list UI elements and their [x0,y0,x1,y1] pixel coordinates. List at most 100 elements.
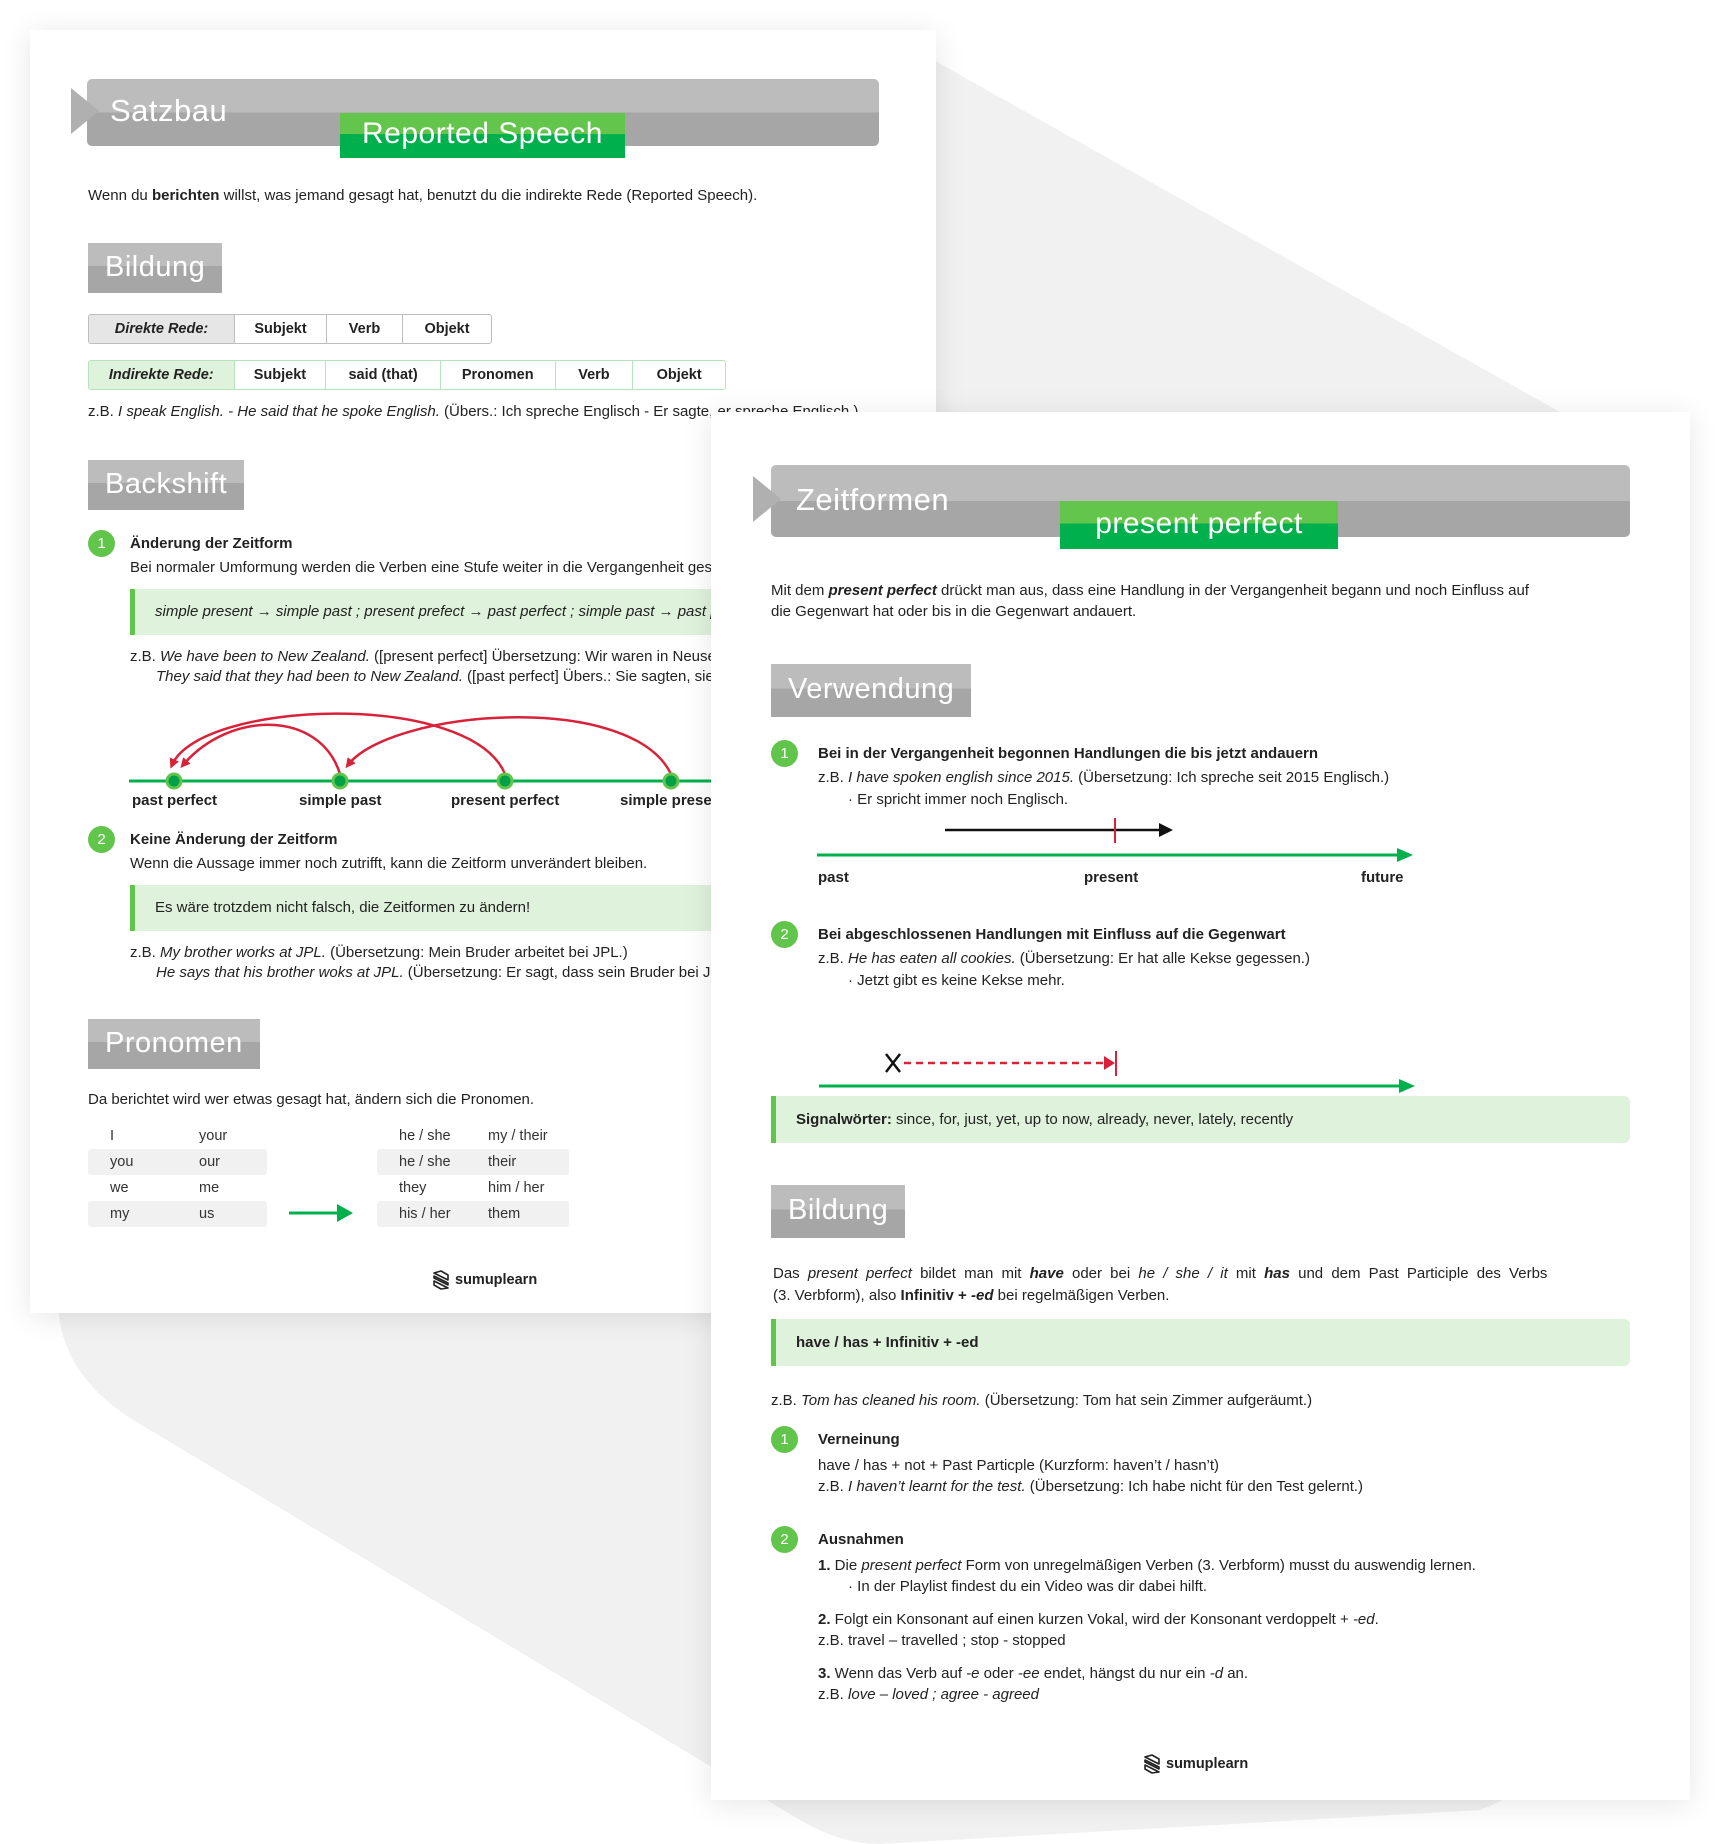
timeline-label: simple present [620,792,726,809]
pronoun: our [199,1154,220,1170]
text: present perfect [807,1265,912,1282]
text: oder [979,1665,1018,1682]
step2-example-2: He says that his brother woks at JPL. (Ü… [156,962,792,983]
step-number-2: 2 [771,1526,798,1553]
verwendung-step2-bullet: · Jetzt gibt es keine Kekse mehr. [848,972,1065,989]
text: und dem Past Participle des Verbs [1289,1265,1548,1282]
example-italic: Tom has cleaned his room. [801,1392,981,1409]
text: Die [830,1557,862,1574]
example-rest: (Übersetzung: Tom hat sein Zimmer aufger… [980,1392,1313,1409]
pronoun-row: we me [88,1175,267,1201]
timeline-axis-arrowhead [1397,848,1413,862]
bullet-text: In der Playlist findest du ein Video was… [857,1578,1208,1595]
ausnahmen-title: Ausnahmen [818,1531,904,1548]
text: endet, hängst du nur ein [1039,1665,1210,1682]
formula-callout: have / has + Infinitiv + -ed [771,1319,1630,1366]
shift-arrow-simple-past [180,723,342,775]
timeline-label-past: past [818,869,849,886]
signal-words-list: since, for, just, yet, up to now, alread… [891,1111,1294,1128]
pronoun: my [110,1206,130,1222]
pronoun: me [199,1180,220,1196]
timeline-point [165,772,183,790]
pronoun: they [399,1180,427,1196]
pronoun: we [110,1180,129,1196]
ausnahme-item-1: 1. Die present perfect Form von unregelm… [818,1555,1476,1576]
bildung-text-line-2: (3. Verbform), also Infinitiv + -ed bei … [773,1285,1169,1306]
signal-words-callout: Signalwörter: since, for, just, yet, up … [771,1096,1630,1143]
item-number: 2. [818,1611,831,1628]
pronoun: him / her [488,1180,545,1196]
timeline-label-future: future [1361,869,1404,886]
bildung-example: z.B. Tom has cleaned his room. (Übersetz… [771,1390,1312,1411]
verwendung-step2-title: Bei abgeschlossenen Handlungen mit Einfl… [818,926,1286,943]
pronoun-row: they him / her [377,1175,569,1201]
pronoun-row: Iyour [88,1123,267,1149]
text: have [1029,1265,1064,1282]
ausnahme-item-3-example: z.B. love – loved ; agree - agreed [818,1684,1039,1705]
pronoun-row: he / she my / their [377,1123,569,1149]
text: Wenn das Verb auf [830,1665,967,1682]
pronoun: their [488,1154,517,1170]
text: Das [773,1265,808,1282]
example-rest: (Übersetzung: Er hat alle Kekse gegessen… [1015,950,1310,967]
step-number-1: 1 [771,1426,798,1453]
example-prefix: z.B. [818,950,849,967]
step2-text: Wenn die Aussage immer noch zutrifft, ka… [130,855,648,872]
example-rest: (Übersetzung: Mein Bruder arbeitet bei J… [325,944,628,961]
text: -ee [1017,1665,1040,1682]
ausnahme-item-1-bullet: · In der Playlist findest du ein Video w… [848,1578,1208,1595]
item-number: 3. [818,1665,831,1682]
example-italic: love – loved ; agree - agreed [848,1686,1039,1703]
pronoun: I [110,1128,115,1144]
sumuplearn-logo-icon [433,1270,449,1290]
example-prefix: z.B. [771,1392,802,1409]
verneinung-title: Verneinung [818,1431,900,1448]
logo-text: sumuplearn [1166,1756,1249,1772]
completed-action-arrowhead [1104,1056,1115,1070]
sumuplearn-logo-icon [1144,1754,1160,1774]
text: mit [1227,1265,1265,1282]
text: an. [1223,1665,1249,1682]
verneinung-example: z.B. I haven’t learnt for the test. (Übe… [818,1476,1363,1497]
brand-logo: sumuplearn [1144,1754,1248,1774]
text: Infinitiv + [900,1287,971,1304]
ausnahme-item-2: 2. Folgt ein Konsonant auf einen kurzen … [818,1609,1379,1630]
step2-example-1: z.B. My brother works at JPL. (Übersetzu… [130,942,628,963]
arrow-right-icon [289,1204,353,1222]
verneinung-rule: have / has + not + Past Particple (Kurzf… [818,1457,1220,1474]
pronoun: he / she [399,1154,451,1170]
pronoun: us [199,1206,215,1222]
pronoun-row: his / her them [377,1201,569,1227]
section-heading-pronomen: Pronomen [88,1019,260,1069]
pronoun: them [488,1206,521,1222]
pronoun: he / she [399,1128,451,1144]
bildung-text-line-1: Das present perfect bildet man mit have … [773,1263,1547,1284]
timeline-axis-arrowhead [1399,1079,1415,1093]
text: present perfect [861,1557,962,1574]
text: Form von unregelmäßigen Verben (3. Verbf… [961,1557,1476,1574]
example-prefix: z.B. [818,1686,849,1703]
text: has [1264,1265,1290,1282]
example-prefix: z.B. [130,944,161,961]
text: he / she / it [1138,1265,1228,1282]
timeline-label: past perfect [132,792,218,809]
pronoun: your [199,1128,228,1144]
text: (3. Verbform), also [773,1287,901,1304]
verwendung-step2-example: z.B. He has eaten all cookies. (Übersetz… [818,948,1310,969]
timeline-label-present: present [1084,869,1139,886]
shift-arrow-simple-present [345,716,673,775]
signal-words-label: Signalwörter: [796,1111,892,1128]
text: -ed [1352,1611,1375,1628]
text: -ed [970,1287,994,1304]
timeline-point [496,772,514,790]
pronoun-row: you our [88,1149,267,1175]
pronoun: you [110,1154,134,1170]
step-number-2: 2 [771,921,798,948]
section-heading-bildung: Bildung [771,1185,906,1238]
example-rest: (Übersetzung: Ich habe nicht für den Tes… [1025,1478,1364,1495]
pronoun-row: my us [88,1201,267,1227]
worksheet-present-perfect: Zeitformen present perfect Mit dem prese… [711,412,1690,1800]
bullet-text: Jetzt gibt es keine Kekse mehr. [857,972,1065,989]
step2-title: Keine Änderung der Zeitform [130,831,338,848]
text: . [1374,1611,1379,1628]
